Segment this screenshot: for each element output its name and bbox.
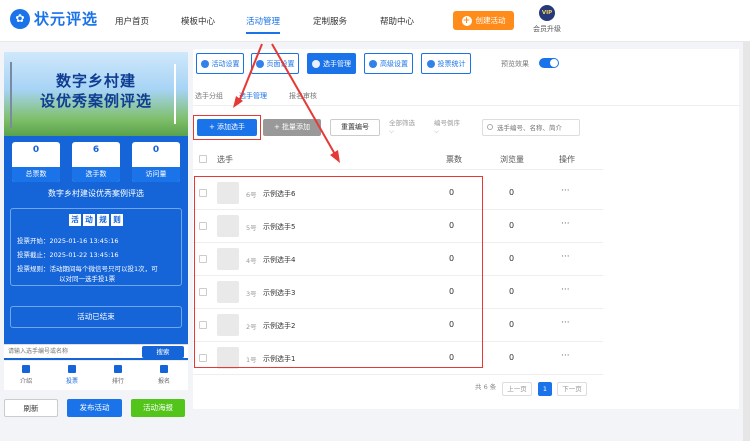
toolbar-advanced-settings[interactable]: 高级设置 (364, 53, 413, 74)
more-actions-icon[interactable]: ··· (561, 351, 570, 361)
subtab-divider (193, 105, 739, 106)
stat-contestants: 6 选手数 (72, 142, 120, 182)
logo-text: 状元评选 (34, 10, 99, 28)
tab-intro[interactable]: 介绍 (6, 365, 46, 385)
header-divider (193, 169, 603, 170)
more-actions-icon[interactable]: ··· (561, 219, 570, 229)
annotation-list-box (194, 176, 483, 368)
stat-total-votes: 0 总票数 (12, 142, 60, 182)
more-actions-icon[interactable]: ··· (561, 252, 570, 262)
vote-rule-cont: 以对同一选手投1票 (59, 275, 116, 283)
tab-vote[interactable]: 投票 (52, 365, 92, 385)
nav-templates[interactable]: 模板中心 (181, 15, 215, 27)
main-panel: 活动设置 页面设置 选手管理 高级设置 投票统计 预览效果 选手分组 选手管理 … (193, 49, 739, 409)
chart-icon (426, 59, 435, 68)
stat-visits: 0 访问量 (132, 142, 180, 182)
contestant-views: 0 (509, 353, 515, 362)
reset-number-button[interactable]: 重置编号 (330, 119, 380, 136)
users-icon (312, 59, 320, 68)
sort-dropdown[interactable]: 编号倒序 ⌵ (434, 119, 460, 135)
page-1-button[interactable]: 1 (538, 382, 552, 396)
preview-toggle-label: 预览效果 (501, 60, 529, 68)
poster-button[interactable]: 活动海报 (131, 399, 185, 417)
vip-upgrade[interactable]: VIP 会员升级 (527, 5, 567, 34)
vote-icon (68, 365, 76, 373)
vip-label: 会员升级 (533, 25, 561, 33)
signup-icon (160, 365, 168, 373)
next-page-button[interactable]: 下一页 (557, 382, 587, 396)
search-icon (487, 124, 493, 130)
subtab-review[interactable]: 报名审核 (289, 91, 317, 101)
tab-rank[interactable]: 排行 (98, 365, 138, 385)
contestant-search-input[interactable] (482, 119, 580, 136)
select-all-checkbox[interactable] (199, 155, 207, 163)
filter-all-dropdown[interactable]: 全部筛选 ⌵ (389, 119, 415, 135)
page-scrollbar[interactable] (743, 42, 750, 441)
contestant-views: 0 (509, 320, 515, 329)
activity-title: 数字乡村建设优秀案例评选 (48, 189, 144, 198)
header-contestant: 选手 (217, 155, 233, 164)
header-ops: 操作 (559, 155, 575, 164)
prev-page-button[interactable]: 上一页 (502, 382, 532, 396)
activity-ended: 活动已结束 (10, 306, 182, 328)
nav-activity-manage[interactable]: 活动管理 (246, 15, 281, 34)
more-actions-icon[interactable]: ··· (561, 285, 570, 295)
banner-title-line2: 设优秀案例评选 (39, 92, 152, 110)
subtab-groups[interactable]: 选手分组 (195, 91, 223, 101)
annotation-add-box (193, 115, 261, 140)
preview-body: 0 总票数 6 选手数 0 访问量 数字乡村建设优秀案例评选 活动规则 投票开始… (4, 136, 188, 390)
nav-home[interactable]: 用户首页 (115, 15, 149, 27)
create-activity-button[interactable]: + 创建活动 (453, 11, 514, 30)
logo[interactable]: ✿ 状元评选 (10, 8, 98, 29)
logo-icon: ✿ (10, 8, 30, 29)
contestant-views: 0 (509, 254, 515, 263)
page-icon (255, 59, 264, 68)
banner-title-line1: 数字乡村建 (55, 72, 136, 90)
more-actions-icon[interactable]: ··· (561, 186, 570, 196)
rules-heading: 活动规则 (11, 214, 181, 226)
gear-icon (200, 59, 209, 68)
preview-toggle[interactable] (539, 58, 559, 68)
vote-start: 投票开始：2025-01-16 13:45:16 (17, 237, 119, 245)
rules-box: 活动规则 投票开始：2025-01-16 13:45:16 投票截止：2025-… (10, 208, 182, 286)
preview-search-button[interactable]: 搜索 (142, 346, 184, 358)
vote-rule: 投票规则：活动期间每个微信号只可以投1次，可 (17, 265, 158, 273)
toolbar-vote-stats[interactable]: 投票统计 (421, 53, 471, 74)
intro-icon (22, 365, 30, 373)
toolbar-contestant-manage[interactable]: 选手管理 (307, 53, 356, 74)
nav-custom-service[interactable]: 定制服务 (313, 15, 347, 27)
toolbar-activity-settings[interactable]: 活动设置 (196, 53, 244, 74)
refresh-button[interactable]: 刷新 (4, 399, 58, 417)
subtab-contestants[interactable]: 选手管理 (239, 91, 267, 106)
contestant-views: 0 (509, 221, 515, 230)
sliders-icon (369, 59, 377, 68)
contestant-views: 0 (509, 287, 515, 296)
more-actions-icon[interactable]: ··· (561, 318, 570, 328)
contestant-views: 0 (509, 188, 515, 197)
row-divider (193, 374, 603, 375)
vote-end: 投票截止：2025-01-22 13:45:16 (17, 251, 119, 259)
top-nav: ✿ 状元评选 用户首页 模板中心 活动管理 定制服务 帮助中心 + 创建活动 V… (0, 0, 750, 42)
tab-signup[interactable]: 报名 (144, 365, 184, 385)
preview-banner: 数字乡村建 设优秀案例评选 (4, 52, 188, 136)
header-votes: 票数 (446, 155, 462, 164)
preview-search: 搜索 (4, 344, 188, 358)
preview-tabbar: 介绍 投票 排行 报名 (4, 360, 188, 390)
plus-icon: + (461, 15, 472, 26)
publish-button[interactable]: 发布活动 (67, 399, 122, 417)
nav-help[interactable]: 帮助中心 (380, 15, 414, 27)
rank-icon (114, 365, 122, 373)
toolbar-page-settings[interactable]: 页面设置 (251, 53, 299, 74)
vip-icon: VIP (539, 5, 555, 21)
batch-add-button[interactable]: + 批量添加 (263, 119, 321, 136)
preview-search-input[interactable] (8, 347, 128, 357)
header-views: 浏览量 (500, 155, 524, 164)
pager-total: 共 6 条 (475, 383, 497, 391)
mobile-preview: 数字乡村建 设优秀案例评选 0 总票数 6 选手数 0 访问量 数字乡村建设优秀… (4, 52, 188, 390)
